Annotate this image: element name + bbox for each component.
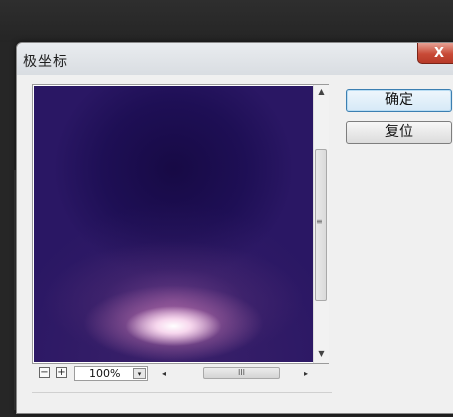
scroll-grip-icon: ≡ bbox=[316, 217, 323, 226]
close-button[interactable]: X bbox=[417, 43, 453, 64]
filter-preview-image[interactable] bbox=[34, 86, 313, 362]
dialog-title: 极坐标 bbox=[23, 54, 68, 70]
zoom-level-value: 100% bbox=[89, 367, 121, 380]
horizontal-scroll-thumb[interactable]: III bbox=[203, 367, 280, 379]
preview-zoom-bar: − + 100% ▾ ◂ III ▸ bbox=[32, 364, 329, 382]
scroll-up-arrow-icon[interactable]: ▲ bbox=[314, 85, 329, 99]
zoom-out-button[interactable]: − bbox=[39, 367, 50, 378]
preview-vertical-scrollbar[interactable]: ▲ ≡ ▼ bbox=[313, 85, 329, 363]
photoshop-background bbox=[0, 0, 453, 42]
ok-button[interactable]: 确定 bbox=[346, 89, 452, 112]
scroll-right-arrow-icon[interactable]: ▸ bbox=[300, 366, 312, 381]
preview-frame bbox=[32, 84, 329, 364]
options-group-edge bbox=[32, 392, 332, 417]
close-icon: X bbox=[433, 45, 445, 61]
zoom-in-button[interactable]: + bbox=[56, 367, 67, 378]
zoom-level-field[interactable]: 100% ▾ bbox=[74, 366, 148, 381]
zoom-dropdown-icon[interactable]: ▾ bbox=[133, 368, 146, 379]
reset-button[interactable]: 复位 bbox=[346, 121, 452, 144]
dialog-titlebar[interactable]: 极坐标 X bbox=[17, 43, 453, 75]
scroll-left-arrow-icon[interactable]: ◂ bbox=[158, 366, 170, 381]
preview-horizontal-scrollbar[interactable]: ◂ III ▸ bbox=[158, 366, 316, 381]
scroll-down-arrow-icon[interactable]: ▼ bbox=[314, 347, 329, 361]
